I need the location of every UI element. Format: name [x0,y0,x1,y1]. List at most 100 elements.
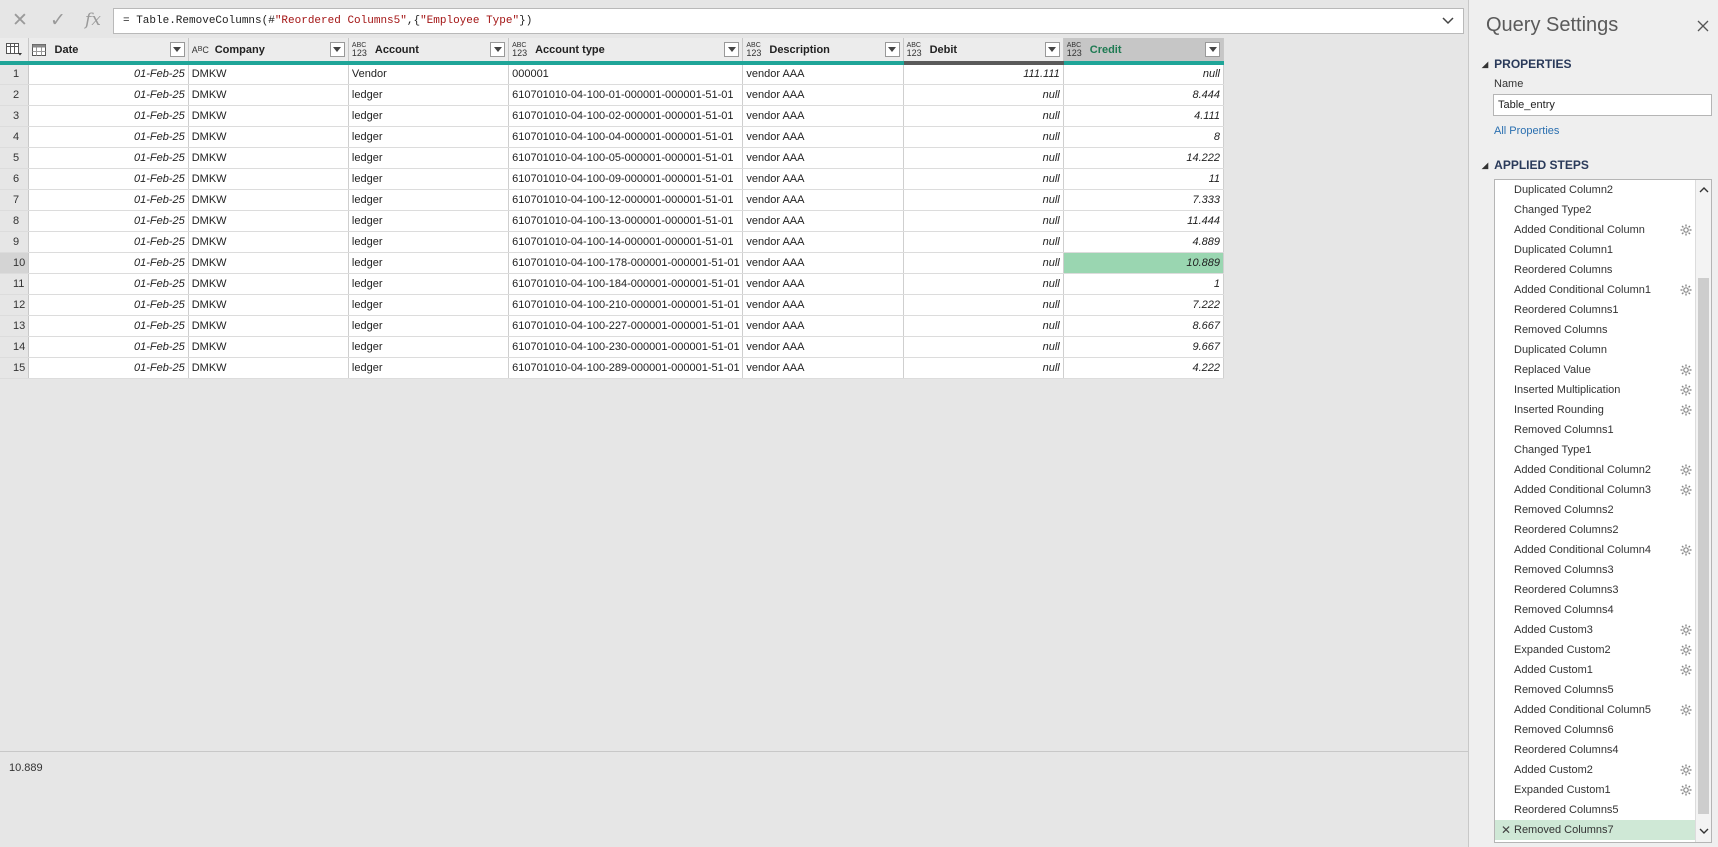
cell-debit[interactable]: null [903,168,1064,190]
gear-icon[interactable] [1680,224,1692,236]
cell-account[interactable]: ledger [348,273,510,295]
text-type-icon[interactable]: ABC [192,45,210,55]
row-number[interactable]: 4 [0,126,29,148]
cell-credit[interactable]: 7.222 [1063,294,1225,316]
applied-step[interactable]: Added Conditional Column [1495,220,1695,240]
cell-account-type[interactable]: 000001 [508,63,744,85]
cell-debit[interactable]: null [903,273,1064,295]
cell-date[interactable]: 01-Feb-25 [28,147,189,169]
cell-date[interactable]: 01-Feb-25 [28,210,189,232]
cell-company[interactable]: DMKW [188,231,349,253]
cell-credit[interactable]: 9.667 [1063,336,1225,358]
cell-credit[interactable]: 11.444 [1063,210,1225,232]
column-header-debit[interactable]: ABC 123 Debit [903,38,1064,65]
cell-account[interactable]: ledger [348,105,510,127]
cell-debit[interactable]: null [903,147,1064,169]
cell-credit[interactable]: null [1063,63,1225,85]
all-properties-link[interactable]: All Properties [1494,125,1559,137]
filter-dropdown-icon[interactable] [884,42,900,57]
cell-credit[interactable]: 7.333 [1063,189,1225,211]
row-number[interactable]: 12 [0,294,29,316]
table-menu-corner[interactable] [0,38,29,65]
cell-debit[interactable]: 111.111 [903,63,1064,85]
formula-input[interactable]: = Table.RemoveColumns(#"Reordered Column… [113,8,1464,34]
cell-company[interactable]: DMKW [188,63,349,85]
row-number[interactable]: 7 [0,189,29,211]
cell-account[interactable]: ledger [348,147,510,169]
scroll-down-icon[interactable] [1698,825,1710,837]
any-type-icon[interactable]: ABC 123 [512,42,530,58]
column-header-company[interactable]: A B C Company [188,38,349,65]
cancel-formula-icon[interactable]: ✕ [5,6,35,34]
gear-icon[interactable] [1680,624,1692,636]
cell-credit[interactable]: 1 [1063,273,1225,295]
gear-icon[interactable] [1680,484,1692,496]
cell-date[interactable]: 01-Feb-25 [28,357,189,379]
cell-date[interactable]: 01-Feb-25 [28,294,189,316]
applied-step[interactable]: Replaced Value [1495,360,1695,380]
cell-company[interactable]: DMKW [188,147,349,169]
gear-icon[interactable] [1680,284,1692,296]
applied-step[interactable]: Added Conditional Column4 [1495,540,1695,560]
cell-date[interactable]: 01-Feb-25 [28,126,189,148]
applied-step[interactable]: ✕ Removed Columns7 [1495,820,1695,840]
steps-scrollbar[interactable] [1695,180,1711,842]
column-header-credit[interactable]: ABC 123 Credit [1063,38,1225,65]
cell-date[interactable]: 01-Feb-25 [28,336,189,358]
cell-description[interactable]: vendor AAA [742,189,904,211]
cell-company[interactable]: DMKW [188,84,349,106]
cell-account-type[interactable]: 610701010-04-100-05-000001-000001-51-01 [508,147,744,169]
column-header-account[interactable]: ABC 123 Account [348,38,510,65]
column-header-description[interactable]: ABC 123 Description [742,38,904,65]
cell-account-type[interactable]: 610701010-04-100-210-000001-000001-51-01 [508,294,744,316]
cell-debit[interactable]: null [903,336,1064,358]
cell-account-type[interactable]: 610701010-04-100-02-000001-000001-51-01 [508,105,744,127]
applied-step[interactable]: Reordered Columns [1495,260,1695,280]
row-number[interactable]: 8 [0,210,29,232]
properties-heading[interactable]: ◢ PROPERTIES [1482,57,1572,71]
cell-credit[interactable]: 8 [1063,126,1225,148]
row-number[interactable]: 6 [0,168,29,190]
row-number[interactable]: 14 [0,336,29,358]
row-number[interactable]: 1 [0,63,29,85]
applied-steps-heading[interactable]: ◢ APPLIED STEPS [1482,158,1589,172]
cell-description[interactable]: vendor AAA [742,294,904,316]
cell-account[interactable]: ledger [348,252,510,274]
cell-account[interactable]: ledger [348,126,510,148]
cell-description[interactable]: vendor AAA [742,252,904,274]
cell-company[interactable]: DMKW [188,336,349,358]
applied-step[interactable]: Added Conditional Column3 [1495,480,1695,500]
cell-description[interactable]: vendor AAA [742,168,904,190]
applied-step[interactable]: Changed Type1 [1495,440,1695,460]
applied-step[interactable]: Removed Columns6 [1495,720,1695,740]
gear-icon[interactable] [1680,404,1692,416]
cell-debit[interactable]: null [903,315,1064,337]
cell-account-type[interactable]: 610701010-04-100-289-000001-000001-51-01 [508,357,744,379]
cell-description[interactable]: vendor AAA [742,273,904,295]
row-number[interactable]: 3 [0,105,29,127]
delete-step-icon[interactable]: ✕ [1501,823,1511,837]
row-number[interactable]: 15 [0,357,29,379]
column-header-date[interactable]: Date [28,38,189,65]
applied-step[interactable]: Reordered Columns3 [1495,580,1695,600]
cell-credit[interactable]: 10.889 [1063,252,1225,274]
applied-step[interactable]: Reordered Columns4 [1495,740,1695,760]
column-header-account-type[interactable]: ABC 123 Account type [508,38,744,65]
applied-step[interactable]: Duplicated Column2 [1495,180,1695,200]
cell-company[interactable]: DMKW [188,189,349,211]
cell-account[interactable]: ledger [348,210,510,232]
applied-step[interactable]: Removed Columns [1495,320,1695,340]
applied-step[interactable]: Removed Columns5 [1495,680,1695,700]
applied-step[interactable]: Removed Columns2 [1495,500,1695,520]
cell-account-type[interactable]: 610701010-04-100-01-000001-000001-51-01 [508,84,744,106]
row-number[interactable]: 13 [0,315,29,337]
gear-icon[interactable] [1680,664,1692,676]
applied-step[interactable]: Expanded Custom2 [1495,640,1695,660]
cell-date[interactable]: 01-Feb-25 [28,168,189,190]
cell-account[interactable]: ledger [348,168,510,190]
applied-step[interactable]: Added Conditional Column1 [1495,280,1695,300]
cell-debit[interactable]: null [903,294,1064,316]
filter-dropdown-icon[interactable] [329,42,345,57]
cell-date[interactable]: 01-Feb-25 [28,105,189,127]
cell-company[interactable]: DMKW [188,294,349,316]
